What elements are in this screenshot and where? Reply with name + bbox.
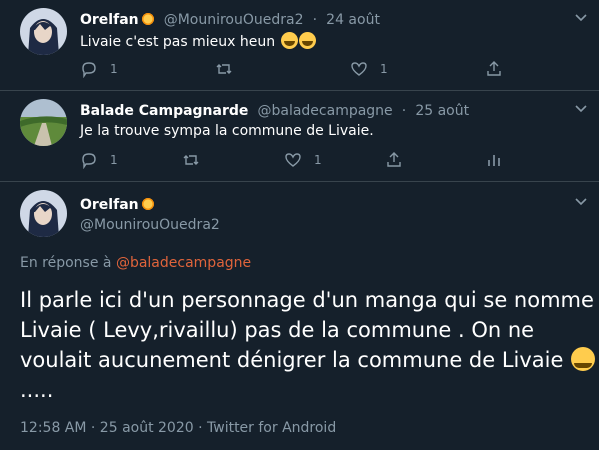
tweet-text: Livaie c'est pas mieux heun — [80, 34, 276, 50]
reply-button[interactable]: 1 — [80, 60, 118, 78]
sun-emoji-icon — [140, 12, 155, 26]
tweet-date[interactable]: 24 août — [326, 12, 380, 28]
tweet-1[interactable]: Orelfan @MounirouOuedra2 · 24 août Livai… — [0, 0, 599, 90]
like-count: 1 — [380, 62, 388, 76]
chevron-down-icon[interactable] — [574, 10, 588, 27]
analytics-icon — [488, 155, 500, 166]
author-name[interactable]: Balade Campagnarde — [80, 103, 248, 119]
laughing-emoji-icon — [298, 32, 316, 49]
author-name[interactable]: Orelfan — [80, 12, 139, 28]
winking-emoji-icon — [571, 347, 596, 371]
retweet-icon — [216, 64, 232, 74]
main-tweet: Orelfan @MounirouOuedra2 En réponse à @b… — [0, 182, 599, 450]
sun-emoji-icon — [140, 197, 155, 211]
like-button[interactable]: 1 — [350, 60, 388, 78]
reply-icon — [82, 153, 96, 169]
share-icon — [487, 61, 501, 76]
avatar[interactable] — [20, 190, 67, 237]
avatar[interactable] — [20, 99, 67, 146]
chevron-down-icon[interactable] — [574, 194, 588, 211]
reply-to-link[interactable]: @baladecampagne — [116, 255, 251, 271]
author-handle[interactable]: @MounirouOuedra2 — [164, 12, 304, 28]
chevron-down-icon[interactable] — [574, 101, 588, 118]
retweet-button[interactable] — [182, 151, 200, 169]
reply-count: 1 — [110, 62, 118, 76]
separator-dot: · — [312, 12, 318, 28]
tweet-text: Il parle ici d'un personnage d'un manga … — [20, 288, 594, 372]
tweet-meta[interactable]: 12:58 AM · 25 août 2020 · Twitter for An… — [20, 420, 336, 436]
separator-dot: · — [401, 103, 407, 119]
tweet-text: Je la trouve sympa la commune de Livaie. — [80, 123, 374, 139]
tweet-date[interactable]: 25 août — [415, 103, 469, 119]
share-button[interactable] — [485, 60, 503, 78]
tweet-text-suffix: ..... — [20, 378, 54, 402]
reply-button[interactable]: 1 — [80, 151, 118, 169]
author-name[interactable]: Orelfan — [80, 197, 139, 213]
heart-icon — [351, 62, 367, 76]
laughing-emoji-icon — [280, 32, 298, 49]
retweet-button[interactable] — [215, 60, 233, 78]
share-button[interactable] — [385, 151, 403, 169]
like-button[interactable]: 1 — [284, 151, 322, 169]
avatar[interactable] — [20, 8, 67, 55]
heart-icon — [285, 153, 301, 167]
author-handle[interactable]: @MounirouOuedra2 — [80, 217, 220, 233]
tweet-2[interactable]: Balade Campagnarde @baladecampagne · 25 … — [0, 91, 599, 181]
retweet-icon — [183, 155, 199, 165]
analytics-button[interactable] — [485, 151, 503, 169]
reply-icon — [82, 62, 96, 78]
reply-count: 1 — [110, 153, 118, 167]
reply-prefix: En réponse à — [20, 255, 112, 271]
like-count: 1 — [314, 153, 322, 167]
share-icon — [387, 152, 401, 167]
author-handle[interactable]: @baladecampagne — [257, 103, 392, 119]
